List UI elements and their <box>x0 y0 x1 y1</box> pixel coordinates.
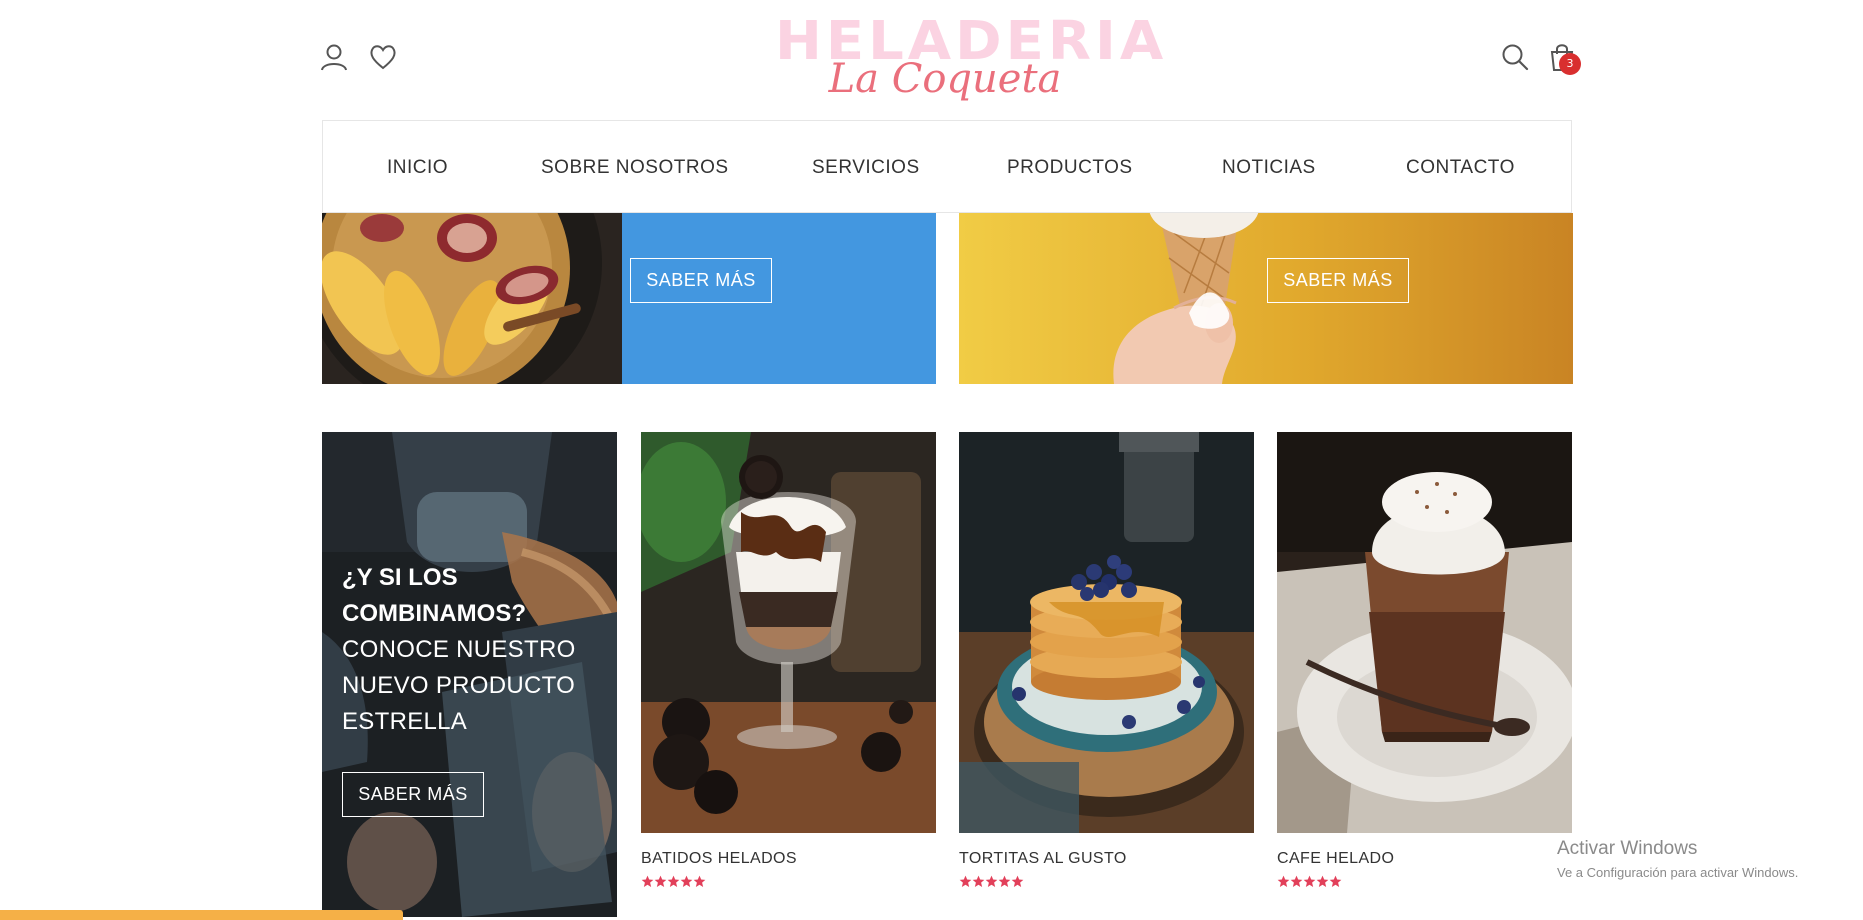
star-icon <box>998 875 1011 888</box>
activate-windows-watermark: Activar Windows Ve a Configuración para … <box>1557 838 1798 880</box>
cafe-helado-image <box>1277 432 1572 833</box>
rating-stars <box>959 873 1254 888</box>
saber-mas-button[interactable]: SABER MÁS <box>1267 258 1409 303</box>
product-name[interactable]: CAFE HELADO <box>1277 850 1572 868</box>
rating-stars <box>641 873 936 888</box>
nav-item-inicio[interactable]: INICIO <box>387 157 448 179</box>
tortitas-image <box>959 432 1254 833</box>
promo-subtitle: CONOCE NUESTRO NUEVO PRODUCTO ESTRELLA <box>342 636 576 735</box>
cart-count-badge: 3 <box>1559 53 1581 75</box>
star-icon <box>654 875 667 888</box>
product-image[interactable] <box>959 432 1254 833</box>
nav-item-servicios[interactable]: SERVICIOS <box>812 157 920 179</box>
heart-icon[interactable] <box>368 42 398 72</box>
product-image[interactable] <box>641 432 936 833</box>
star-icon <box>959 875 972 888</box>
site-header: HELADERIA La Coqueta 3 <box>0 0 1863 120</box>
saber-mas-button[interactable]: SABER MÁS <box>342 772 484 817</box>
star-icon <box>680 875 693 888</box>
star-icon <box>1303 875 1316 888</box>
user-icon[interactable] <box>319 42 349 72</box>
star-icon <box>1011 875 1024 888</box>
pancake-fruit-image <box>322 213 622 384</box>
activate-windows-title: Activar Windows <box>1557 838 1698 859</box>
product-image[interactable] <box>1277 432 1572 833</box>
nav-item-noticias[interactable]: NOTICIAS <box>1222 157 1316 179</box>
star-icon <box>1277 875 1290 888</box>
star-icon <box>985 875 998 888</box>
nav-item-productos[interactable]: PRODUCTOS <box>1007 157 1133 179</box>
star-icon <box>667 875 680 888</box>
star-icon <box>1290 875 1303 888</box>
rating-stars <box>1277 873 1572 888</box>
search-icon[interactable] <box>1500 42 1530 72</box>
star-icon <box>693 875 706 888</box>
star-icon <box>641 875 654 888</box>
nav-item-contacto[interactable]: CONTACTO <box>1406 157 1515 179</box>
logo-script: La Coqueta <box>828 56 1062 102</box>
product-card: BATIDOS HELADOS <box>641 432 936 888</box>
site-logo[interactable]: HELADERIA La Coqueta <box>775 12 1163 102</box>
product-name[interactable]: TORTITAS AL GUSTO <box>959 850 1254 868</box>
activate-windows-subtitle: Ve a Configuración para activar Windows. <box>1557 865 1799 880</box>
star-icon <box>1316 875 1329 888</box>
promo-title: ¿Y SI LOS COMBINAMOS? <box>342 564 526 627</box>
batido-helado-image <box>641 432 936 833</box>
product-card: TORTITAS AL GUSTO <box>959 432 1254 888</box>
nav-item-sobre-nosotros[interactable]: SOBRE NOSOTROS <box>541 157 729 179</box>
product-card: CAFE HELADO <box>1277 432 1572 888</box>
star-icon <box>1329 875 1342 888</box>
banner-blue: SABER MÁS <box>322 213 936 384</box>
browser-status-bar <box>0 910 403 920</box>
banner-gold: SABER MÁS <box>959 213 1573 384</box>
main-nav: INICIO SOBRE NOSOTROS SERVICIOS PRODUCTO… <box>322 120 1572 213</box>
saber-mas-button[interactable]: SABER MÁS <box>630 258 772 303</box>
product-name[interactable]: BATIDOS HELADOS <box>641 850 936 868</box>
star-icon <box>972 875 985 888</box>
promo-card: ¿Y SI LOS COMBINAMOS? CONOCE NUESTRO NUE… <box>322 432 617 917</box>
